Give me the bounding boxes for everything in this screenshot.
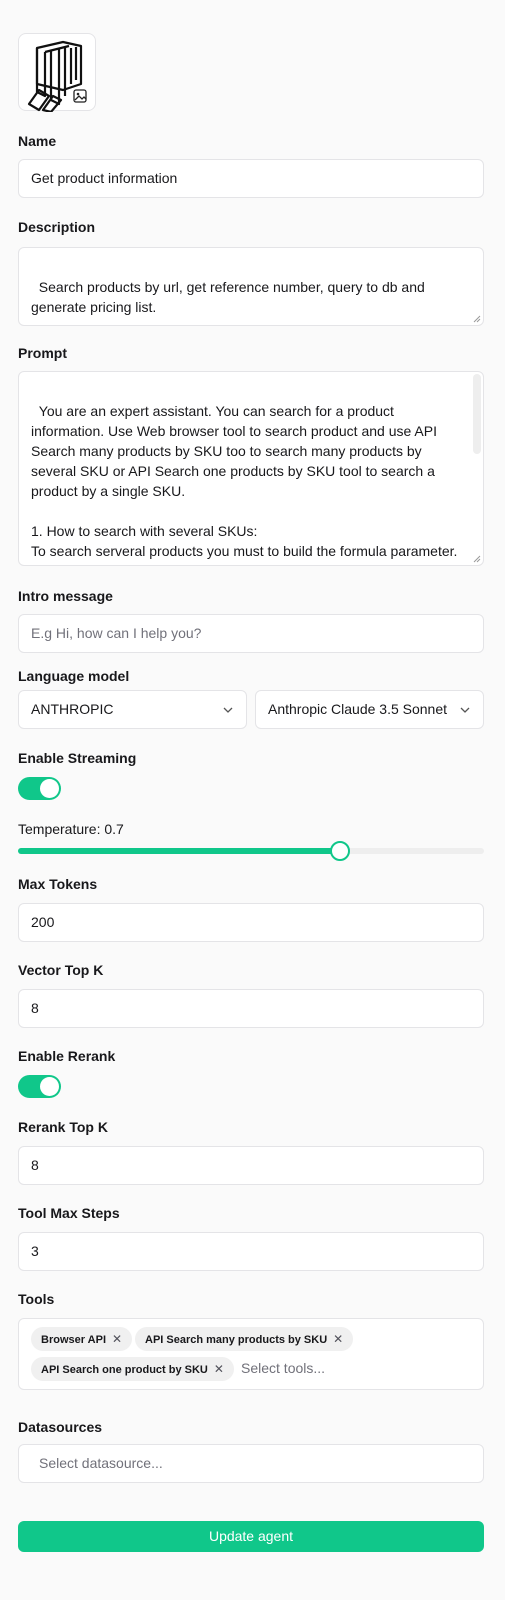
rerank-top-k-label: Rerank Top K	[18, 1119, 108, 1135]
streaming-label: Enable Streaming	[18, 750, 137, 766]
tool-chip-label: Browser API	[41, 1334, 107, 1346]
tool-chip: Browser API ✕	[31, 1327, 133, 1351]
toggle-knob	[40, 779, 59, 798]
max-tokens-label: Max Tokens	[18, 876, 98, 892]
tool-max-steps-label: Tool Max Steps	[18, 1205, 120, 1221]
tool-chip: API Search one product by SKU ✕	[31, 1357, 234, 1381]
max-tokens-input[interactable]: 200	[18, 903, 484, 942]
vector-top-k-label: Vector Top K	[18, 962, 104, 978]
remove-icon[interactable]: ✕	[214, 1362, 224, 1376]
resize-handle-icon[interactable]	[472, 554, 481, 563]
image-icon[interactable]	[72, 88, 88, 104]
name-input[interactable]: Get product information	[18, 159, 484, 198]
model-value: Anthropic Claude 3.5 Sonnet	[268, 701, 448, 717]
tool-chip: API Search many products by SKU ✕	[135, 1327, 354, 1351]
description-text: Search products by url, get reference nu…	[31, 279, 429, 315]
update-agent-button[interactable]: Update agent	[18, 1521, 484, 1552]
prompt-text: You are an expert assistant. You can sea…	[31, 403, 458, 565]
remove-icon[interactable]: ✕	[333, 1332, 343, 1346]
toggle-knob	[40, 1077, 59, 1096]
resize-handle-icon[interactable]	[472, 314, 481, 323]
vector-top-k-input[interactable]: 8	[18, 989, 484, 1028]
tools-search-input[interactable]: Select tools...	[241, 1359, 325, 1377]
tools-label: Tools	[18, 1291, 55, 1307]
tools-multiselect[interactable]: Browser API ✕ API Search many products by…	[18, 1318, 484, 1390]
remove-icon[interactable]: ✕	[112, 1332, 122, 1346]
description-label: Description	[18, 219, 96, 235]
model-select[interactable]: Anthropic Claude 3.5 Sonnet	[255, 690, 484, 729]
datasources-select[interactable]: Select datasource...	[18, 1444, 484, 1483]
description-textarea[interactable]: Search products by url, get reference nu…	[18, 247, 484, 326]
prompt-textarea[interactable]: You are an expert assistant. You can sea…	[18, 371, 484, 566]
intro-input[interactable]: E.g Hi, how can I help you?	[18, 614, 484, 653]
intro-label: Intro message	[18, 588, 113, 604]
datasources-label: Datasources	[18, 1419, 103, 1435]
temperature-slider-fill	[18, 848, 340, 854]
chevron-down-icon	[459, 704, 471, 716]
name-label: Name	[18, 133, 57, 149]
prompt-scrollbar[interactable]	[473, 374, 481, 454]
prompt-label: Prompt	[18, 345, 67, 361]
provider-select[interactable]: ANTHROPIC	[18, 690, 247, 729]
rerank-toggle[interactable]	[18, 1075, 61, 1098]
tool-max-steps-input[interactable]: 3	[18, 1232, 484, 1271]
provider-value: ANTHROPIC	[31, 701, 114, 717]
temperature-slider-thumb[interactable]	[330, 841, 350, 861]
streaming-toggle[interactable]	[18, 777, 61, 800]
language-model-label: Language model	[18, 668, 130, 684]
agent-avatar[interactable]	[18, 33, 96, 112]
tool-chip-label: API Search one product by SKU	[41, 1364, 208, 1376]
rerank-top-k-input[interactable]: 8	[18, 1146, 484, 1185]
chevron-down-icon	[223, 707, 233, 713]
tool-chip-label: API Search many products by SKU	[145, 1334, 328, 1346]
temperature-label: Temperature: 0.7	[18, 821, 124, 837]
rerank-label: Enable Rerank	[18, 1048, 116, 1064]
